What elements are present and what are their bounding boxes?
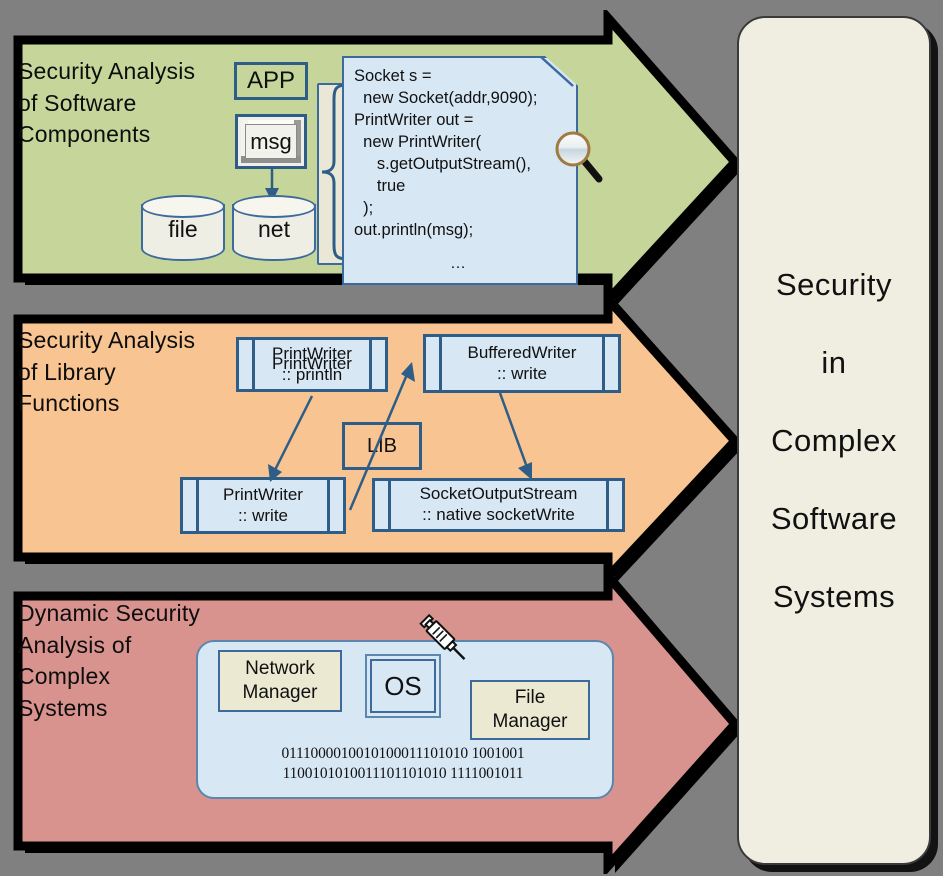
pillar-word-4: Systems [772, 578, 896, 614]
code-ellipsis: … [450, 255, 466, 272]
pillar-word-3: Software [770, 500, 898, 536]
msg-box[interactable]: msg [235, 114, 307, 169]
library-call-arrows [268, 362, 532, 511]
app-box[interactable]: APP [234, 62, 308, 100]
syringe-icon[interactable] [412, 608, 476, 672]
datastore-file-label: file [168, 215, 198, 242]
code-snippet: Socket s = new Socket(addr,9090); PrintW… [354, 67, 538, 239]
module-network-manager[interactable]: Network Manager [218, 650, 342, 712]
band-title-components: Security Analysis of Software Components [18, 58, 196, 148]
pillar-word-1: in [821, 344, 847, 380]
function-label: PrintWriter [272, 354, 352, 374]
msg-label: msg [245, 124, 297, 159]
module-file-manager[interactable]: File Manager [470, 680, 590, 740]
pillar-word-0: Security [776, 266, 892, 302]
outcome-pillar: Security in Complex Software Systems [737, 16, 931, 865]
binary-stream: 0111000010010100011101010 1001001 110010… [281, 745, 525, 782]
band-components: Security Analysis of Software Components… [0, 10, 745, 305]
pillar-word-2: Complex [771, 422, 897, 458]
datastore-file[interactable]: file [141, 195, 225, 261]
diagram-canvas: Security Analysis of Software Components… [0, 0, 943, 876]
magnifier-icon[interactable] [553, 129, 609, 185]
cylinder-top [141, 195, 225, 218]
